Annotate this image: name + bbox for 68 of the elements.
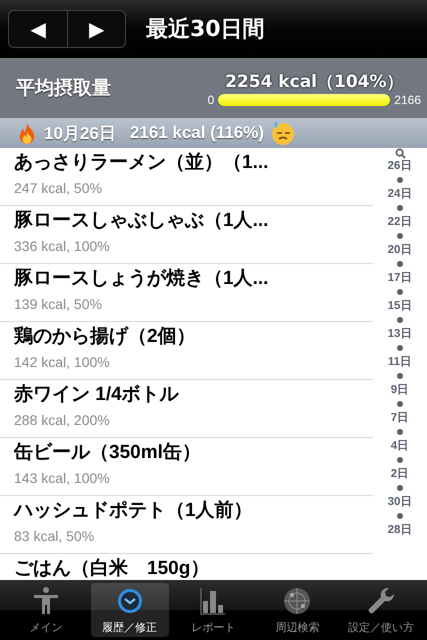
food-detail: 83 kcal, 50% <box>14 528 96 544</box>
food-name: ハッシュドポテト（1人前） <box>14 499 254 522</box>
index-dot[interactable] <box>397 457 403 463</box>
index-dot[interactable] <box>397 317 403 323</box>
food-detail: 336 kcal, 100% <box>14 238 111 254</box>
index-label[interactable]: 13日 <box>388 327 412 341</box>
summary-label: 平均摂取量 <box>16 76 111 101</box>
flame-icon <box>18 122 36 144</box>
index-dot[interactable] <box>397 233 403 239</box>
food-row[interactable]: 豚ロースしゃぶしゃぶ（1人... 336 kcal, 100% <box>0 206 373 264</box>
food-row[interactable]: あっさりラーメン（並）（1... 247 kcal, 50% <box>0 148 373 206</box>
index-label[interactable]: 7日 <box>390 411 410 425</box>
food-detail: 247 kcal, 50% <box>14 180 103 196</box>
sweat-face-icon <box>270 120 296 146</box>
search-icon[interactable] <box>394 148 406 159</box>
index-dot[interactable] <box>397 289 403 295</box>
index-label[interactable]: 9日 <box>390 383 410 397</box>
scale-max: 2166 <box>394 92 421 106</box>
radar-icon <box>282 586 312 616</box>
window-title: 最近30日間 <box>146 16 265 44</box>
food-detail: 139 kcal, 50% <box>14 296 103 312</box>
index-label[interactable]: 22日 <box>388 215 412 229</box>
food-row[interactable]: 豚ロースしょうが焼き（1人... 139 kcal, 50% <box>0 264 373 322</box>
index-dot[interactable] <box>397 345 403 351</box>
food-name: 缶ビール（350ml缶） <box>14 441 202 464</box>
food-detail: 143 kcal, 100% <box>14 470 111 486</box>
food-row[interactable]: 鶏のから揚げ（2個） 142 kcal, 100% <box>0 322 373 380</box>
section-date: 10月26日 <box>44 122 116 144</box>
tab[interactable]: 設定／使い方 <box>342 583 420 637</box>
index-dot[interactable] <box>397 177 403 183</box>
tab[interactable]: レポート <box>174 583 252 637</box>
tab[interactable]: 履歴／修正 <box>90 583 169 637</box>
tab[interactable]: 周辺検索 <box>258 583 336 637</box>
food-name: 豚ロースしょうが焼き（1人... <box>14 267 270 290</box>
index-dot[interactable] <box>397 373 403 379</box>
index-dot[interactable] <box>397 401 403 407</box>
index-label[interactable]: 20日 <box>388 243 412 257</box>
index-dot[interactable] <box>397 261 403 267</box>
index-label[interactable]: 28日 <box>388 523 412 537</box>
index-label[interactable]: 15日 <box>388 299 412 313</box>
index-label[interactable]: 11日 <box>388 355 412 369</box>
previous-button[interactable]: ◀ <box>9 11 67 47</box>
index-label[interactable]: 26日 <box>388 159 412 173</box>
index-label[interactable]: 30日 <box>388 495 412 509</box>
average-value: 2254 kcal（104%） <box>225 70 404 92</box>
next-button[interactable]: ▶ <box>67 11 125 47</box>
wrench-icon <box>366 586 396 616</box>
food-name: 鶏のから揚げ（2個） <box>14 325 197 348</box>
food-name: 赤ワイン 1/4ボトル <box>14 383 180 406</box>
food-detail: 142 kcal, 100% <box>14 354 111 370</box>
index-dot[interactable] <box>397 205 403 211</box>
food-row[interactable]: 缶ビール（350ml缶） 143 kcal, 100% <box>0 438 373 496</box>
food-name: 豚ロースしゃぶしゃぶ（1人... <box>14 209 270 232</box>
index-label[interactable]: 24日 <box>388 187 412 201</box>
index-dot[interactable] <box>397 513 403 519</box>
index-dot[interactable] <box>397 485 403 491</box>
index-label[interactable]: 17日 <box>388 271 412 285</box>
food-name: あっさりラーメン（並）（1... <box>14 151 270 174</box>
food-name: ごはん（白米 150g） <box>14 557 210 580</box>
food-row[interactable]: 赤ワイン 1/4ボトル 288 kcal, 200% <box>0 380 373 438</box>
index-label[interactable]: 4日 <box>390 439 410 453</box>
food-detail: 288 kcal, 200% <box>14 412 111 428</box>
section-total: 2161 kcal (116%) <box>130 123 264 143</box>
index-dot[interactable] <box>397 429 403 435</box>
tab[interactable]: メイン <box>7 583 85 637</box>
index-label[interactable]: 2日 <box>390 467 410 481</box>
scale-min: 0 <box>208 92 214 106</box>
food-row[interactable]: ハッシュドポテト（1人前） 83 kcal, 50% <box>0 496 373 554</box>
